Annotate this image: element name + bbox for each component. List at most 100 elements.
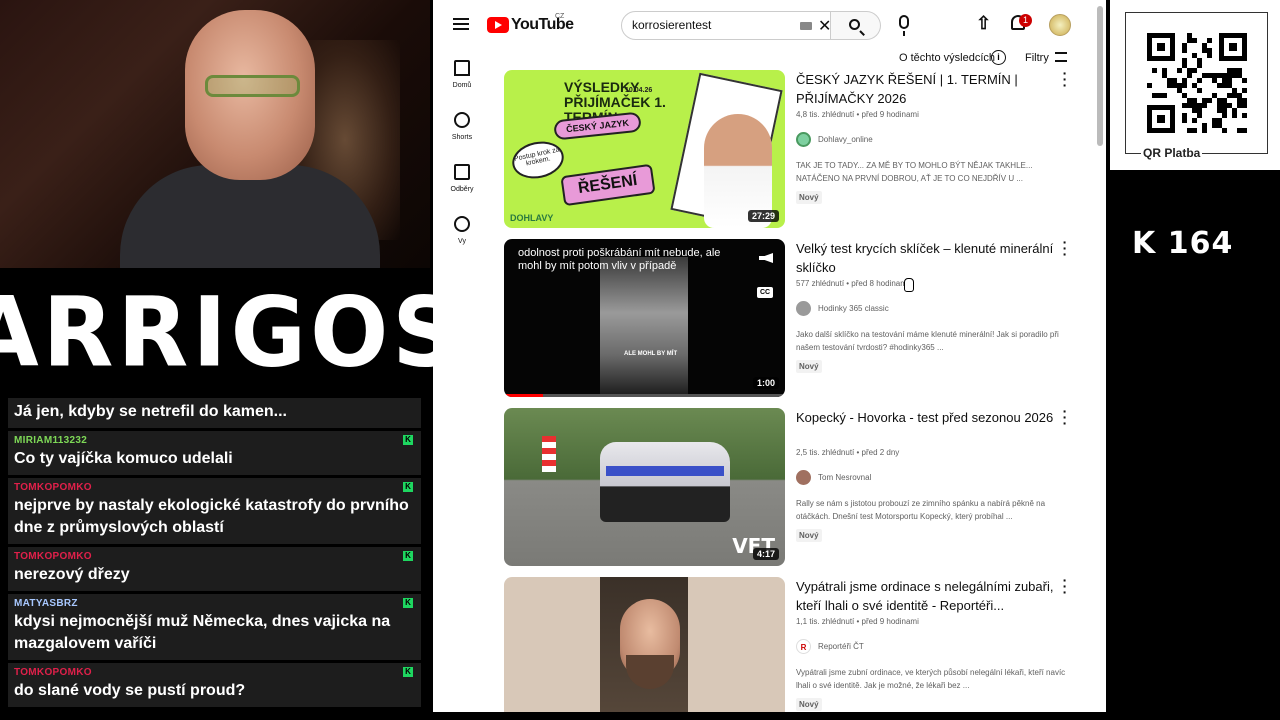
video-title[interactable]: ČESKÝ JAZYK ŘEŠENÍ | 1. TERMÍN | PŘIJÍMA… (796, 70, 1076, 108)
channel-avatar[interactable]: R (796, 638, 811, 654)
keyboard-icon[interactable] (800, 22, 812, 30)
qr-module (1222, 128, 1227, 133)
chat-panel: Já jen, kdyby se netrefil do kamen... MIR… (8, 398, 421, 710)
video-thumbnail[interactable] (504, 577, 785, 712)
info-icon[interactable]: i (991, 50, 1006, 65)
nav-item-shorts[interactable]: Shorts (433, 112, 491, 141)
stream-screen: ARRIGOS Já jen, kdyby se netrefil do kam… (0, 0, 1280, 720)
chat-username: TOMKOPOMKO (14, 551, 92, 562)
chat-text: Já jen, kdyby se netrefil do kamen... (14, 403, 287, 420)
user-avatar[interactable] (1049, 14, 1071, 36)
menu-icon[interactable] (453, 18, 469, 30)
channel-row[interactable]: R Reportéři ČT (796, 638, 1076, 654)
channel-row[interactable]: Tom Nesrovnal (796, 469, 1076, 485)
qr-module (1207, 53, 1212, 58)
qr-module (1177, 68, 1182, 73)
thumb-rally-car (600, 442, 730, 522)
filters-button[interactable]: Filtry (1025, 52, 1049, 64)
qr-panel: QR Platba (1110, 0, 1280, 170)
qr-module (1162, 93, 1167, 98)
more-options-icon[interactable]: · · · (1060, 573, 1070, 599)
result-item[interactable]: VFT 4:17 Kopecký - Hovorka - test před s… (504, 404, 1084, 566)
video-description: Rally se nám s jistotou probouzí ze zimn… (796, 499, 1046, 521)
chat-username: TOMKOPOMKO (14, 667, 92, 678)
clear-search-icon[interactable]: ✕ (818, 16, 831, 36)
nav-item-you[interactable]: Vy (433, 216, 491, 245)
counter-label: K 164 (1132, 226, 1234, 261)
new-badge: Nový (796, 191, 822, 204)
chat-message: MATYASBRZ kdysi nejmocnější muž Německa, … (8, 594, 421, 660)
about-results-link[interactable]: O těchto výsledcích (899, 52, 995, 64)
more-options-icon[interactable]: · · · (1060, 235, 1070, 261)
channel-row[interactable]: Hodinky 365 classic (796, 300, 1076, 316)
video-meta: Velký test krycích sklíček – klenuté min… (796, 239, 1076, 374)
more-options-icon[interactable]: · · · (1060, 66, 1070, 92)
channel-avatar[interactable] (796, 300, 811, 316)
nav-item-subscriptions[interactable]: Odběry (433, 164, 491, 193)
channel-avatar[interactable] (796, 131, 811, 147)
nav-item-home[interactable]: Domů (433, 60, 491, 89)
video-thumbnail[interactable]: odolnost proti poškrábání mít nebude, al… (504, 239, 785, 397)
channel-avatar[interactable] (796, 469, 811, 485)
qr-module (1242, 103, 1247, 108)
upload-icon[interactable]: ⇧ (976, 14, 991, 32)
more-options-icon[interactable]: · · · (1060, 404, 1070, 430)
channel-name[interactable]: Dohlavy_online (818, 135, 873, 144)
video-title[interactable]: Vypátrali jsme ordinace s nelegálními zu… (796, 577, 1076, 615)
account-icon (454, 216, 470, 232)
qr-module (1187, 73, 1192, 78)
qr-module (1232, 113, 1237, 118)
search-input[interactable] (632, 18, 782, 32)
kick-badge-icon: K (403, 551, 413, 561)
channel-row[interactable]: Dohlavy_online (796, 131, 1076, 147)
captions-button[interactable]: CC (757, 287, 773, 298)
thumb-caption: odolnost proti poškrábání mít nebude, al… (518, 247, 721, 272)
video-stats: 2,5 tis. zhlédnutí • před 2 dny (796, 448, 900, 457)
qr-module (1182, 118, 1187, 123)
qr-module (1192, 128, 1197, 133)
qr-finder (1219, 33, 1247, 61)
preview-progress-fill (504, 394, 544, 397)
search-button[interactable] (831, 11, 881, 40)
video-title[interactable]: Kopecký - Hovorka - test před sezonou 20… (796, 408, 1076, 446)
new-badge: Nový (796, 360, 822, 373)
chat-username: MATYASBRZ (14, 598, 78, 609)
video-meta: ČESKÝ JAZYK ŘEŠENÍ | 1. TERMÍN | PŘIJÍMA… (796, 70, 1076, 205)
video-duration: 1:00 (752, 377, 779, 389)
channel-name[interactable]: Reportéři ČT (818, 642, 864, 651)
video-description: TAK JE TO TADY... ZA MĚ BY TO MOHLO BÝT … (796, 161, 1033, 183)
qr-module (1182, 83, 1187, 88)
chat-text: nejprve by nastaly ekologické katastrofy… (14, 497, 409, 536)
filters-icon[interactable] (1055, 52, 1067, 62)
result-item[interactable]: odolnost proti poškrábání mít nebude, al… (504, 235, 1084, 397)
chat-message: TOMKOPOMKO nerezový dřezy K (8, 547, 421, 591)
video-thumbnail[interactable]: VÝSLEDKY PŘIJÍMAČEK 1. TERMÍN 10.04.26 Č… (504, 70, 785, 228)
youtube-play-icon (487, 17, 509, 33)
video-title[interactable]: Velký test krycích sklíček – klenuté min… (796, 239, 1076, 277)
thumb-pill: ŘEŠENÍ (560, 163, 656, 207)
channel-name[interactable]: Tom Nesrovnal (818, 473, 871, 482)
mute-icon[interactable] (759, 253, 773, 263)
nav-label: Shorts (451, 134, 473, 141)
thumb-brand: DOHLAVY (510, 213, 554, 223)
video-stats: 1,1 tis. zhlédnutí • před 9 hodinami (796, 617, 919, 626)
thumb-date: 10.04.26 (625, 87, 653, 94)
search-icon (849, 19, 860, 30)
channel-name[interactable]: Hodinky 365 classic (818, 304, 889, 313)
video-thumbnail[interactable]: VFT 4:17 (504, 408, 785, 566)
result-item[interactable]: VÝSLEDKY PŘIJÍMAČEK 1. TERMÍN 10.04.26 Č… (504, 66, 1084, 228)
qr-code (1147, 33, 1247, 133)
result-item[interactable]: Vypátrali jsme ordinace s nelegálními zu… (504, 573, 1084, 712)
qr-module (1207, 98, 1212, 103)
chat-text: nerezový dřezy (14, 566, 130, 583)
results-toolbar: O těchto výsledcích i Filtry (433, 48, 1106, 68)
qr-finder (1147, 105, 1175, 133)
microphone-icon[interactable] (899, 15, 909, 36)
webcam-feed (0, 0, 430, 268)
preview-progress-bar[interactable] (504, 394, 785, 397)
thumb-bubble: Postup krok za krokem. (508, 136, 568, 184)
chat-message: TOMKOPOMKO do slané vody se pustí proud? K (8, 663, 421, 707)
qr-module (1197, 113, 1202, 118)
video-duration: 27:29 (747, 210, 779, 222)
qr-module (1192, 118, 1197, 123)
